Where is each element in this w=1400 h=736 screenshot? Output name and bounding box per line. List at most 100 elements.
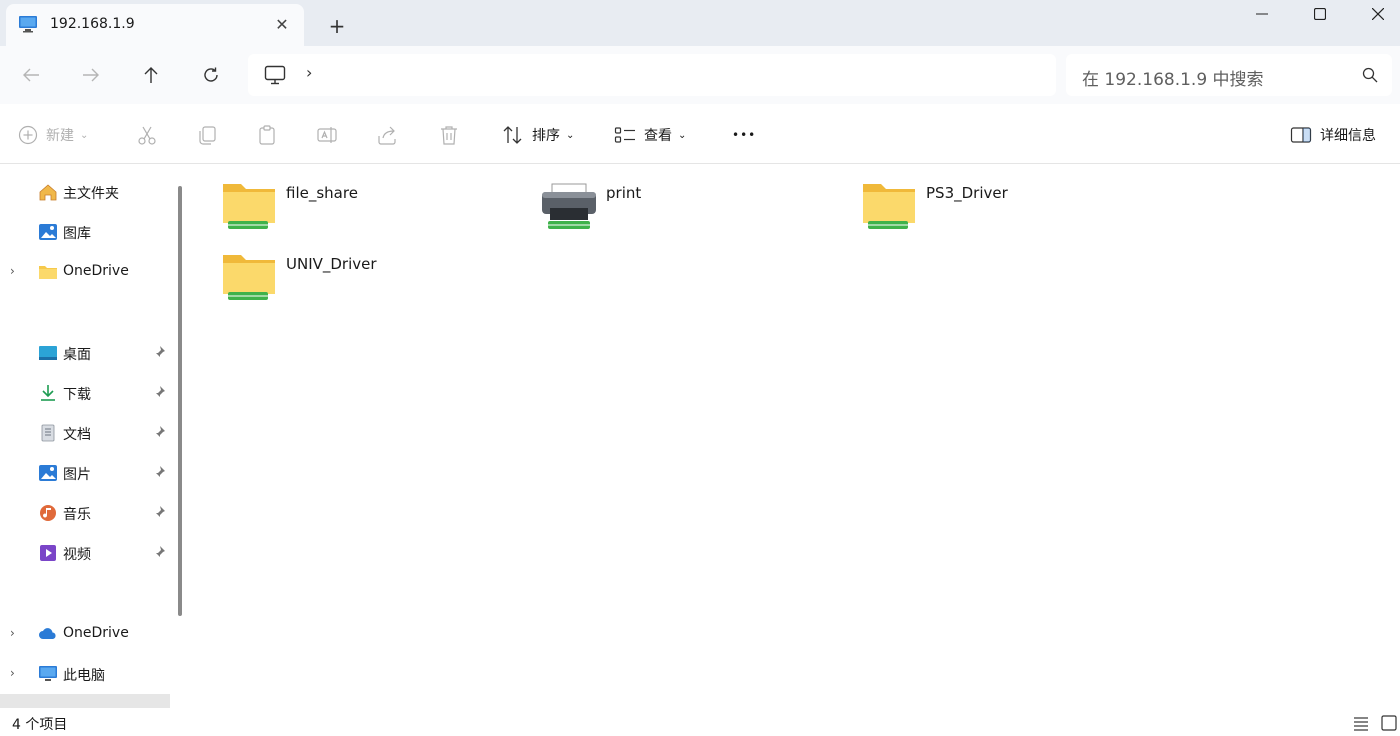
item-count: 4 个项目 <box>12 717 68 733</box>
sidebar-item-pictures[interactable]: 图片 <box>0 457 172 489</box>
close-icon <box>1372 8 1384 20</box>
sidebar-item-onedrive-personal[interactable]: › OneDrive <box>0 256 172 288</box>
address-bar[interactable]: › <box>248 54 1056 96</box>
copy-button[interactable] <box>196 122 218 148</box>
maximize-icon <box>1314 8 1326 20</box>
view-label: 查看 <box>644 128 672 144</box>
status-bar: 4 个项目 <box>0 708 1400 736</box>
expand-chevron-icon[interactable]: › <box>10 666 15 680</box>
view-button[interactable]: 查看 ⌄ <box>614 122 686 148</box>
more-icon: ••• <box>732 128 757 142</box>
paste-button[interactable] <box>256 122 278 148</box>
view-list-icon <box>614 127 635 143</box>
expand-chevron-icon[interactable]: › <box>10 264 15 278</box>
search-input[interactable]: 在 192.168.1.9 中搜索 <box>1082 65 1264 90</box>
rename-button[interactable] <box>316 122 338 148</box>
music-icon <box>40 505 56 521</box>
sidebar-item-videos[interactable]: 视频 <box>0 537 172 569</box>
command-bar: 新建 ⌄ 排序 ⌄ 查看 ⌄ ••• 详细信息 <box>0 104 1400 164</box>
list-item-univ-driver[interactable]: UNIV_Driver <box>190 235 490 300</box>
back-button[interactable] <box>14 60 48 90</box>
new-tab-button[interactable]: + <box>322 12 352 40</box>
details-pane-icon <box>1290 127 1312 143</box>
scissors-icon <box>138 126 156 145</box>
refresh-button[interactable] <box>194 60 228 90</box>
sidebar-partial-item <box>0 694 170 708</box>
pin-icon[interactable] <box>152 465 166 479</box>
video-icon <box>40 545 56 561</box>
sidebar-item-downloads[interactable]: 下载 <box>0 377 172 409</box>
sidebar-item-label: 此电脑 <box>63 668 105 684</box>
sidebar-item-documents[interactable]: 文档 <box>0 417 172 449</box>
pin-icon[interactable] <box>152 505 166 519</box>
sidebar-item-this-pc[interactable]: › 此电脑 <box>0 658 172 690</box>
details-view-icon[interactable] <box>1352 714 1370 732</box>
item-name: UNIV_Driver <box>286 255 377 273</box>
gallery-icon <box>39 224 57 240</box>
network-folder-icon <box>223 184 275 229</box>
network-folder-icon <box>863 184 915 229</box>
list-item-ps3-driver[interactable]: PS3_Driver <box>830 164 1130 229</box>
search-icon <box>1362 67 1378 83</box>
cloud-icon <box>39 628 56 639</box>
cut-button[interactable] <box>136 122 158 148</box>
minimize-button[interactable] <box>1234 0 1290 28</box>
sidebar-item-onedrive-cloud[interactable]: › OneDrive <box>0 618 172 650</box>
more-options-button[interactable]: ••• <box>732 122 756 148</box>
close-tab-icon[interactable]: ✕ <box>270 12 294 36</box>
tab-active[interactable]: 192.168.1.9 ✕ <box>6 4 304 46</box>
sidebar-item-home[interactable]: 主文件夹 <box>0 176 172 208</box>
copy-icon <box>199 126 216 145</box>
computer-icon <box>264 65 286 85</box>
pin-icon[interactable] <box>152 425 166 439</box>
network-folder-icon <box>223 255 275 300</box>
item-name: PS3_Driver <box>926 184 1008 202</box>
item-name: print <box>606 184 642 202</box>
plus-circle-icon <box>18 125 38 145</box>
sidebar-scrollbar[interactable] <box>178 186 182 616</box>
sidebar-item-label: 音乐 <box>63 507 91 523</box>
chevron-down-icon: ⌄ <box>566 129 575 141</box>
pin-icon[interactable] <box>152 385 166 399</box>
share-icon <box>378 126 396 145</box>
desktop-icon <box>39 346 57 360</box>
forward-button[interactable] <box>74 60 108 90</box>
folder-icon <box>39 266 57 279</box>
sidebar-item-label: 图库 <box>63 226 91 242</box>
arrow-up-icon <box>144 67 158 83</box>
download-icon <box>41 385 55 401</box>
breadcrumb-chevron-icon[interactable]: › <box>306 63 312 82</box>
sort-label: 排序 <box>532 128 560 144</box>
sidebar-item-label: 文档 <box>63 427 91 443</box>
pin-icon[interactable] <box>152 545 166 559</box>
share-button[interactable] <box>376 122 398 148</box>
pin-icon[interactable] <box>152 345 166 359</box>
expand-chevron-icon[interactable]: › <box>10 626 15 640</box>
minimize-icon <box>1256 13 1268 15</box>
list-item-file-share[interactable]: file_share <box>190 164 490 229</box>
tab-title: 192.168.1.9 <box>50 16 135 32</box>
search-box[interactable]: 在 192.168.1.9 中搜索 <box>1066 54 1392 96</box>
up-button[interactable] <box>134 60 168 90</box>
trash-icon <box>441 126 457 145</box>
close-window-button[interactable] <box>1350 0 1400 28</box>
new-button[interactable]: 新建 ⌄ <box>18 122 88 148</box>
sidebar-item-label: 主文件夹 <box>63 186 119 202</box>
delete-button[interactable] <box>438 122 460 148</box>
list-item-print[interactable]: print <box>510 164 810 229</box>
sidebar-item-desktop[interactable]: 桌面 <box>0 337 172 369</box>
arrow-left-icon <box>23 68 39 82</box>
details-label: 详细信息 <box>1320 128 1376 144</box>
printer-icon <box>542 183 596 229</box>
maximize-button[interactable] <box>1292 0 1348 28</box>
sidebar-item-label: 下载 <box>63 387 91 403</box>
details-pane-button[interactable]: 详细信息 <box>1290 122 1376 148</box>
sidebar-item-gallery[interactable]: 图库 <box>0 216 172 248</box>
sidebar-item-label: OneDrive <box>63 263 129 279</box>
refresh-icon <box>204 67 218 82</box>
sidebar-item-music[interactable]: 音乐 <box>0 497 172 529</box>
large-icons-view-icon[interactable] <box>1380 714 1398 732</box>
sort-button[interactable]: 排序 ⌄ <box>502 122 574 148</box>
sort-icon <box>503 126 522 144</box>
computer-icon <box>39 666 57 681</box>
